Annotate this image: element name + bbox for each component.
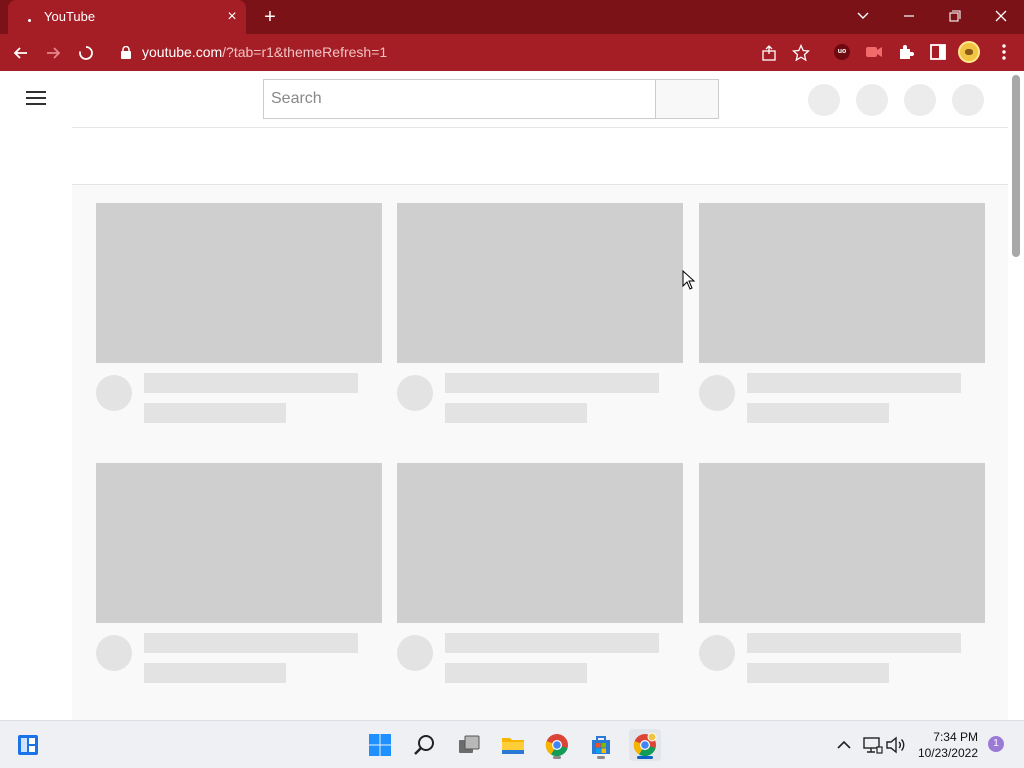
loading-spinner-icon (79, 46, 93, 60)
search-input[interactable] (263, 79, 656, 119)
url-path: /?tab=r1&themeRefresh=1 (222, 44, 388, 60)
more-vertical-icon[interactable] (994, 42, 1014, 62)
title-placeholder (144, 633, 358, 653)
taskbar-search-button[interactable] (409, 729, 441, 761)
microsoft-store-button[interactable] (585, 729, 617, 761)
title-placeholder (144, 373, 358, 393)
title-placeholder (445, 373, 659, 393)
minimize-icon (904, 15, 914, 17)
back-button[interactable] (8, 40, 34, 66)
meta-placeholder (747, 403, 889, 423)
notification-badge[interactable]: 1 (988, 736, 1004, 752)
video-extension-icon[interactable] (864, 42, 884, 62)
task-view-button[interactable] (453, 729, 485, 761)
arrow-left-icon (13, 47, 27, 59)
search-icon (414, 735, 434, 755)
thumbnail-placeholder (699, 203, 985, 363)
restore-button[interactable] (938, 2, 972, 30)
lock-icon[interactable] (120, 46, 132, 59)
youtube-favicon-icon (22, 13, 38, 23)
tab-close-button[interactable]: × (224, 9, 240, 25)
active-indicator (637, 756, 653, 759)
search-button[interactable] (655, 79, 719, 119)
address-bar[interactable]: youtube.com/?tab=r1&themeRefresh=1 (110, 38, 824, 67)
volume-icon (886, 736, 905, 754)
chevron-up-icon (837, 740, 851, 749)
title-placeholder (445, 633, 659, 653)
task-view-icon (459, 735, 480, 753)
minimize-button[interactable] (892, 2, 926, 30)
file-explorer-icon (502, 738, 524, 754)
meta-placeholder (144, 403, 286, 423)
mouse-pointer-icon (682, 270, 696, 290)
windows-taskbar: 7:34 PM 10/23/2022 (0, 720, 1024, 768)
thumbnail-placeholder (397, 203, 683, 363)
forward-button[interactable] (40, 40, 66, 66)
chips-bar (72, 127, 1008, 185)
meta-placeholder (445, 663, 587, 683)
channel-avatar-placeholder (397, 635, 433, 671)
profile-avatar[interactable] (958, 41, 980, 63)
share-icon[interactable] (760, 44, 778, 62)
extensions-puzzle-icon[interactable] (896, 42, 916, 62)
channel-avatar-placeholder (699, 375, 735, 411)
meta-placeholder (445, 403, 587, 423)
url-text: youtube.com/?tab=r1&themeRefresh=1 (142, 44, 387, 60)
widgets-button[interactable] (12, 729, 44, 761)
chrome-icon (545, 734, 568, 757)
ublock-extension-icon[interactable]: uo (834, 44, 850, 60)
clock-date: 10/23/2022 (917, 746, 978, 760)
chrome-profile-taskbar-button[interactable] (629, 729, 661, 761)
meta-placeholder (747, 663, 889, 683)
thumbnail-placeholder (699, 463, 985, 623)
thumbnail-placeholder (96, 463, 382, 623)
page-scrollbar[interactable] (1012, 75, 1020, 257)
menu-icon[interactable] (26, 91, 46, 105)
url-host: youtube.com (142, 44, 223, 60)
channel-avatar-placeholder (699, 635, 735, 671)
tab-title: YouTube (44, 9, 96, 24)
side-panel-icon[interactable] (928, 42, 948, 62)
widgets-icon (18, 735, 38, 755)
clock[interactable]: 7:34 PM 10/23/2022 (908, 729, 978, 761)
start-button[interactable] (364, 729, 396, 761)
new-tab-button[interactable]: + (258, 6, 282, 28)
close-window-button[interactable] (984, 2, 1018, 30)
bookmark-star-icon[interactable] (792, 44, 810, 62)
tab-youtube[interactable]: YouTube × (8, 0, 246, 34)
thumbnail-placeholder (397, 463, 683, 623)
chevron-down-icon (857, 12, 869, 19)
running-indicator (597, 756, 605, 759)
channel-avatar-placeholder (96, 635, 132, 671)
browser-title-bar: YouTube × + (0, 0, 1024, 34)
meta-placeholder (144, 663, 286, 683)
stop-loading-button[interactable] (73, 40, 99, 66)
restore-icon (949, 10, 961, 22)
chrome-taskbar-button[interactable] (541, 729, 573, 761)
header-placeholder-icon (952, 84, 984, 116)
title-placeholder (747, 373, 961, 393)
close-icon (995, 10, 1007, 22)
channel-avatar-placeholder (397, 375, 433, 411)
video-grid (72, 185, 1008, 720)
chrome-icon (633, 733, 657, 757)
running-indicator (553, 756, 561, 759)
channel-avatar-placeholder (96, 375, 132, 411)
browser-toolbar: youtube.com/?tab=r1&themeRefresh=1 uo (0, 34, 1024, 71)
header-placeholder-icon (904, 84, 936, 116)
youtube-page (0, 71, 1024, 720)
file-explorer-button[interactable] (497, 729, 529, 761)
header-placeholder-icon (856, 84, 888, 116)
windows-logo-icon (369, 734, 391, 756)
title-placeholder (747, 633, 961, 653)
header-placeholder-icon (808, 84, 840, 116)
arrow-right-icon (47, 47, 61, 59)
clock-time: 7:34 PM (933, 730, 978, 744)
microsoft-store-icon (592, 736, 610, 754)
thumbnail-placeholder (96, 203, 382, 363)
tab-search-button[interactable] (846, 2, 880, 30)
